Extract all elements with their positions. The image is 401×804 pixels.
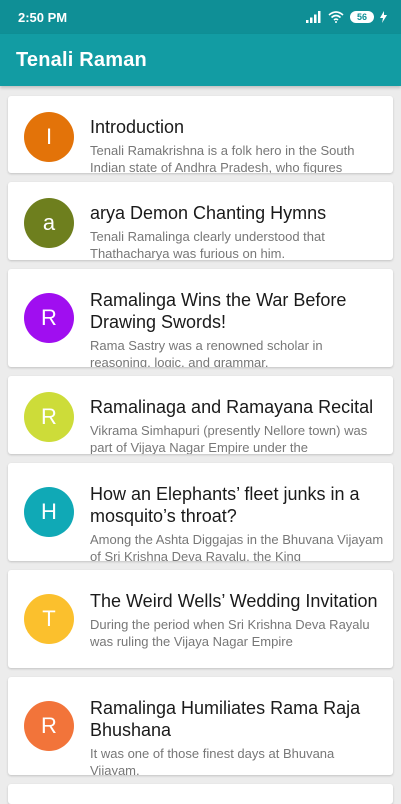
- story-text: arya Demon Chanting Hymns Tenali Ramaling…: [90, 202, 385, 260]
- story-card[interactable]: I Introduction Tenali Ramakrishna is a fol…: [8, 96, 393, 173]
- story-avatar: R: [24, 293, 74, 343]
- wifi-icon: [328, 11, 344, 23]
- story-description: Tenali Ramalinga clearly understood that…: [90, 229, 325, 260]
- battery-icon: 56: [350, 11, 374, 23]
- story-title: arya Demon Chanting Hymns: [90, 203, 327, 223]
- story-description: Rama Sastry was a renowned scholar in re…: [90, 338, 323, 367]
- story-card[interactable]: a arya Demon Chanting Hymns Tenali Ramalin…: [8, 182, 393, 260]
- story-text: Ramalinga Wins the War Before Drawing Sw…: [90, 289, 385, 367]
- status-time: 2:50 PM: [18, 9, 68, 25]
- story-list[interactable]: I Introduction Tenali Ramakrishna is a fol…: [0, 86, 401, 804]
- charging-icon: [380, 11, 387, 23]
- story-card[interactable]: [8, 784, 393, 804]
- story-avatar: T: [24, 594, 74, 644]
- story-description: Vikrama Simhapuri (presently Nellore tow…: [90, 423, 368, 454]
- story-description: It was one of those finest days at Bhuva…: [90, 746, 335, 775]
- story-title: Ramalinga Wins the War Before Drawing Sw…: [90, 290, 347, 332]
- story-description: During the period when Sri Krishna Deva …: [90, 617, 370, 649]
- story-card[interactable]: T The Weird Wells’ Wedding Invitation Duri…: [8, 570, 393, 668]
- story-avatar: I: [24, 112, 74, 162]
- story-avatar: a: [24, 198, 74, 248]
- story-card[interactable]: R Ramalinga Humiliates Rama Raja Bhushana…: [8, 677, 393, 775]
- story-avatar: R: [24, 392, 74, 442]
- story-text: Ramalinaga and Ramayana Recital Vikrama S…: [90, 396, 385, 454]
- story-text: The Weird Wells’ Wedding Invitation Durin…: [90, 590, 385, 650]
- status-bar: 2:50 PM 56: [0, 0, 401, 34]
- page-title: Tenali Raman: [16, 48, 147, 71]
- story-card[interactable]: H How an Elephants’ fleet junks in a mosq…: [8, 463, 393, 561]
- story-title: How an Elephants’ fleet junks in a mosqu…: [90, 484, 360, 526]
- story-text: Ramalinga Humiliates Rama Raja Bhushana I…: [90, 697, 385, 775]
- story-title: The Weird Wells’ Wedding Invitation: [90, 591, 378, 611]
- story-description: Tenali Ramakrishna is a folk hero in the…: [90, 143, 355, 173]
- story-text: Introduction Tenali Ramakrishna is a folk…: [90, 116, 385, 173]
- signal-icon: [306, 11, 321, 23]
- story-card[interactable]: R Ramalinga Wins the War Before Drawing S…: [8, 269, 393, 367]
- status-icons: 56: [306, 11, 387, 23]
- story-avatar: H: [24, 487, 74, 537]
- story-title: Ramalinga Humiliates Rama Raja Bhushana: [90, 698, 361, 740]
- story-description: Among the Ashta Diggajas in the Bhuvana …: [90, 532, 384, 561]
- story-title: Introduction: [90, 117, 185, 137]
- story-title: Ramalinaga and Ramayana Recital: [90, 397, 374, 417]
- app-bar: Tenali Raman: [0, 34, 401, 86]
- story-card[interactable]: R Ramalinaga and Ramayana Recital Vikrama …: [8, 376, 393, 454]
- story-text: How an Elephants’ fleet junks in a mosqu…: [90, 483, 385, 561]
- story-avatar: R: [24, 701, 74, 751]
